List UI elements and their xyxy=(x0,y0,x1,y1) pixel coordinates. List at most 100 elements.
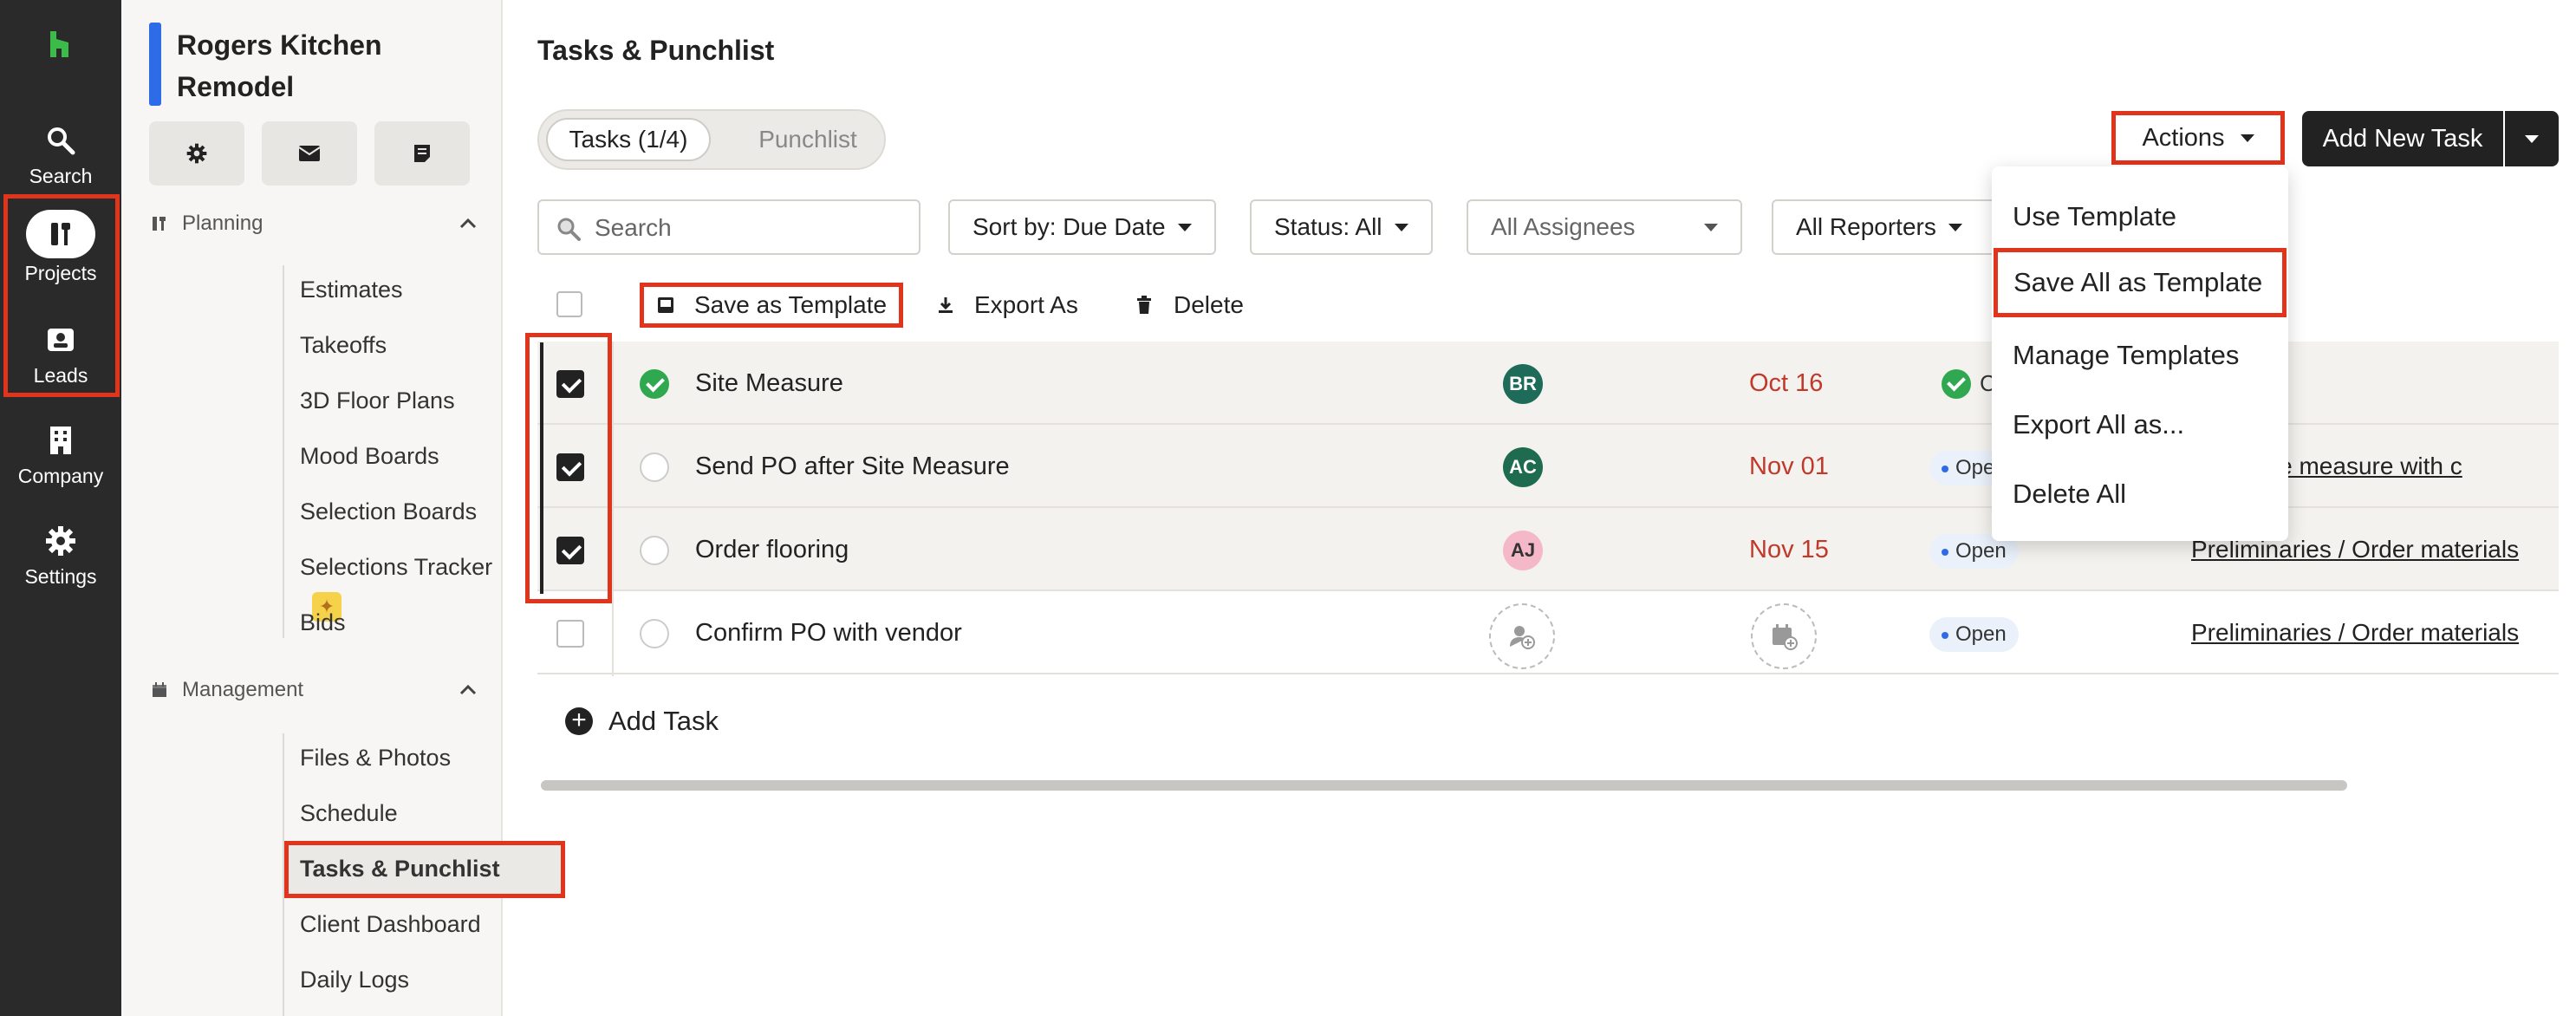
sidebar-item-schedule[interactable]: Schedule xyxy=(300,794,398,832)
sidebar-item-files-photos[interactable]: Files & Photos xyxy=(300,739,451,777)
delete-button[interactable]: Delete xyxy=(1135,283,1244,328)
sort-dropdown[interactable]: Sort by: Due Date xyxy=(948,199,1216,255)
chevron-up-icon[interactable] xyxy=(456,678,480,702)
sidebar-item-bids[interactable]: Bids xyxy=(300,603,346,642)
tasks-punchlist-toggle: Tasks (1/4) Punchlist xyxy=(537,109,886,170)
save-as-template-button[interactable]: Save as Template xyxy=(640,283,904,328)
add-task-row-button[interactable]: + Add Task xyxy=(565,706,719,737)
assignees-filter-dropdown[interactable]: All Assignees xyxy=(1467,199,1742,255)
actions-button[interactable]: Actions xyxy=(2111,111,2285,165)
rail-search-label: Search xyxy=(29,165,93,187)
planning-nav-line xyxy=(283,265,284,638)
status-complete-icon[interactable] xyxy=(640,369,669,399)
search-icon xyxy=(42,121,80,160)
assignee-avatar[interactable]: BR xyxy=(1503,364,1543,404)
houzz-logo-icon[interactable] xyxy=(45,29,75,59)
gear-icon xyxy=(42,522,80,560)
menu-item-delete-all[interactable]: Delete All xyxy=(1992,459,2288,529)
table-row[interactable]: Confirm PO with vendor Open Preliminarie… xyxy=(537,591,2559,674)
plus-circle-icon: + xyxy=(565,707,593,735)
export-as-label: Export As xyxy=(974,291,1078,318)
status-filter-dropdown[interactable]: Status: All xyxy=(1250,199,1433,255)
caret-down-icon xyxy=(1948,223,1962,231)
horizontal-scrollbar[interactable] xyxy=(541,780,2347,791)
task-name[interactable]: Send PO after Site Measure xyxy=(695,425,1010,508)
add-due-date-icon[interactable] xyxy=(1751,603,1817,669)
global-nav-rail: Search Projects Leads Company Settings xyxy=(0,0,121,1016)
sidebar-item-3d-floor-plans[interactable]: 3D Floor Plans xyxy=(300,381,455,420)
task-name[interactable]: Site Measure xyxy=(695,342,843,425)
menu-item-manage-templates[interactable]: Manage Templates xyxy=(1992,321,2288,390)
status-open-icon[interactable] xyxy=(640,453,669,482)
status-filter-label: Status: All xyxy=(1274,213,1382,240)
phase-link[interactable]: Preliminaries / Order materials xyxy=(2191,591,2519,674)
management-section-header[interactable]: Management xyxy=(151,673,480,707)
mail-icon xyxy=(298,146,321,161)
building-icon xyxy=(42,421,80,459)
project-title[interactable]: Rogers Kitchen Remodel xyxy=(177,24,472,107)
sidebar-item-label: Selections Tracker xyxy=(300,554,493,580)
task-name[interactable]: Confirm PO with vendor xyxy=(695,591,962,674)
tab-punchlist[interactable]: Punchlist xyxy=(747,118,868,161)
selected-rows-highlight xyxy=(525,333,612,603)
actions-dropdown-menu: Use Template Save All as Template Manage… xyxy=(1992,166,2288,541)
reporters-filter-dropdown[interactable]: All Reporters xyxy=(1772,199,1997,255)
sort-label: Sort by: Due Date xyxy=(973,213,1166,240)
add-task-dropdown-button[interactable] xyxy=(2505,111,2559,166)
project-color-bar xyxy=(149,23,161,106)
assignee-avatar[interactable]: AC xyxy=(1503,447,1543,487)
caret-down-icon xyxy=(2525,134,2539,143)
caret-down-icon xyxy=(1177,223,1192,231)
assignees-filter-label: All Assignees xyxy=(1491,213,1636,240)
status-badge[interactable]: Open xyxy=(1929,617,2019,652)
sidebar-item-mood-boards[interactable]: Mood Boards xyxy=(300,437,439,475)
planning-tools-icon xyxy=(151,214,170,233)
tab-tasks[interactable]: Tasks (1/4) xyxy=(546,118,711,161)
add-task-label: Add Task xyxy=(608,706,719,736)
status-open-icon[interactable] xyxy=(640,619,669,648)
chevron-up-icon[interactable] xyxy=(456,212,480,236)
sidebar-item-daily-logs[interactable]: Daily Logs xyxy=(300,961,409,999)
sidebar-item-tasks-punchlist[interactable]: Tasks & Punchlist xyxy=(300,850,500,888)
reporters-filter-label: All Reporters xyxy=(1796,213,1936,240)
download-icon xyxy=(936,294,959,316)
due-date[interactable]: Nov 01 xyxy=(1749,425,1829,508)
project-messages-button[interactable] xyxy=(262,121,357,186)
sidebar-item-client-dashboard[interactable]: Client Dashboard xyxy=(300,905,481,943)
rail-company[interactable]: Company xyxy=(0,413,121,508)
actions-label: Actions xyxy=(2142,123,2225,152)
menu-item-save-all-as-template[interactable]: Save All as Template xyxy=(1994,248,2287,317)
status-open-icon[interactable] xyxy=(640,536,669,565)
due-date[interactable]: Nov 15 xyxy=(1749,508,1829,591)
checkbox-column-divider xyxy=(612,342,614,676)
select-all-checkbox[interactable] xyxy=(556,291,582,317)
menu-item-use-template[interactable]: Use Template xyxy=(1992,182,2288,251)
rail-settings[interactable]: Settings xyxy=(0,513,121,609)
task-name[interactable]: Order flooring xyxy=(695,508,849,591)
template-icon xyxy=(656,294,679,316)
planning-section-header[interactable]: Planning xyxy=(151,206,480,241)
sidebar-item-selection-boards[interactable]: Selection Boards xyxy=(300,492,477,531)
row-checkbox[interactable] xyxy=(556,620,584,648)
delete-label: Delete xyxy=(1174,291,1244,318)
project-settings-button[interactable] xyxy=(149,121,244,186)
add-new-task-button[interactable]: Add New Task xyxy=(2302,111,2503,166)
caret-down-icon xyxy=(1704,223,1718,231)
note-icon xyxy=(414,145,430,162)
status-label: Open xyxy=(1955,622,2007,646)
export-as-button[interactable]: Export As xyxy=(936,283,1078,328)
status-dot xyxy=(1942,465,1948,472)
search-input[interactable] xyxy=(595,210,907,246)
trash-icon xyxy=(1135,294,1158,316)
add-assignee-icon[interactable] xyxy=(1489,603,1555,669)
page-title: Tasks & Punchlist xyxy=(537,35,775,66)
caret-down-icon xyxy=(2240,134,2254,142)
projects-leads-highlight xyxy=(3,194,120,397)
assignee-avatar[interactable]: AJ xyxy=(1503,531,1543,570)
menu-item-export-all[interactable]: Export All as... xyxy=(1992,390,2288,459)
project-notes-button[interactable] xyxy=(374,121,470,186)
sidebar-item-takeoffs[interactable]: Takeoffs xyxy=(300,326,387,364)
due-date[interactable]: Oct 16 xyxy=(1749,342,1823,425)
sidebar-item-estimates[interactable]: Estimates xyxy=(300,270,403,309)
sidebar-item-selections-tracker[interactable]: Selections Tracker✦ xyxy=(300,548,501,622)
